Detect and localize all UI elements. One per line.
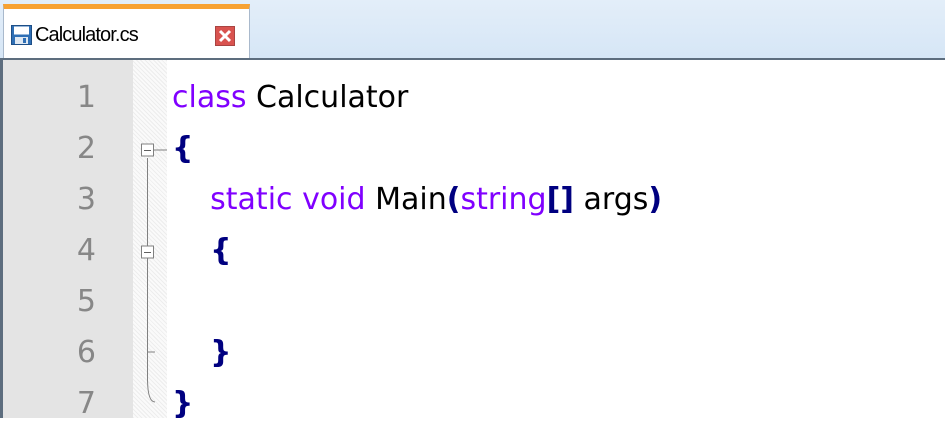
code-token-brace: { — [210, 233, 232, 268]
code-text: { — [172, 123, 193, 174]
line-number: 3 — [76, 182, 96, 217]
code-token-op: ( — [446, 182, 461, 217]
code-token-kw: static — [210, 182, 293, 217]
code-token-op: ) — [648, 182, 663, 217]
code-line[interactable]: 3 static void Main(string[] args) — [3, 174, 945, 225]
tab-calculator-cs[interactable]: Calculator.cs — [3, 4, 250, 58]
code-token-kw: class — [172, 80, 247, 115]
code-line[interactable]: 2{ — [3, 123, 945, 174]
code-token-kw: string — [460, 182, 547, 217]
code-token-brace: { — [172, 131, 194, 166]
code-token-ident: Main — [365, 182, 447, 217]
tab-label: Calculator.cs — [35, 24, 139, 46]
code-token-brace: } — [172, 386, 194, 421]
code-editor[interactable]: 1 class Calculator 2{3 static void Main(st… — [0, 58, 945, 421]
code-text: static void Main(string[] args) — [172, 174, 662, 225]
code-line[interactable]: 4 { — [3, 225, 945, 276]
code-line[interactable]: 1 class Calculator — [3, 72, 945, 123]
code-text: } — [172, 378, 193, 429]
code-token-kw: void — [302, 182, 366, 217]
tab-bar: Calculator.cs — [0, 0, 945, 58]
line-number: 4 — [76, 233, 96, 268]
code-text: { — [172, 225, 232, 276]
code-token-brace: } — [210, 335, 232, 370]
line-number: 1 — [76, 80, 96, 115]
code-token-ident — [293, 182, 303, 217]
save-icon — [11, 25, 32, 45]
code-text: class Calculator — [172, 72, 408, 123]
close-icon[interactable] — [215, 26, 235, 46]
line-number: 5 — [76, 284, 96, 319]
line-number: 7 — [76, 386, 96, 421]
code-line[interactable]: 5 — [3, 276, 945, 327]
code-line[interactable]: 6 } — [3, 327, 945, 378]
line-number: 6 — [76, 335, 96, 370]
code-text: } — [172, 327, 232, 378]
code-line[interactable]: 7} — [3, 378, 945, 429]
line-number: 2 — [76, 131, 96, 166]
code-token-ident: args — [574, 182, 649, 217]
code-token-ident: Calculator — [246, 80, 409, 115]
code-token-op: [] — [546, 182, 574, 217]
